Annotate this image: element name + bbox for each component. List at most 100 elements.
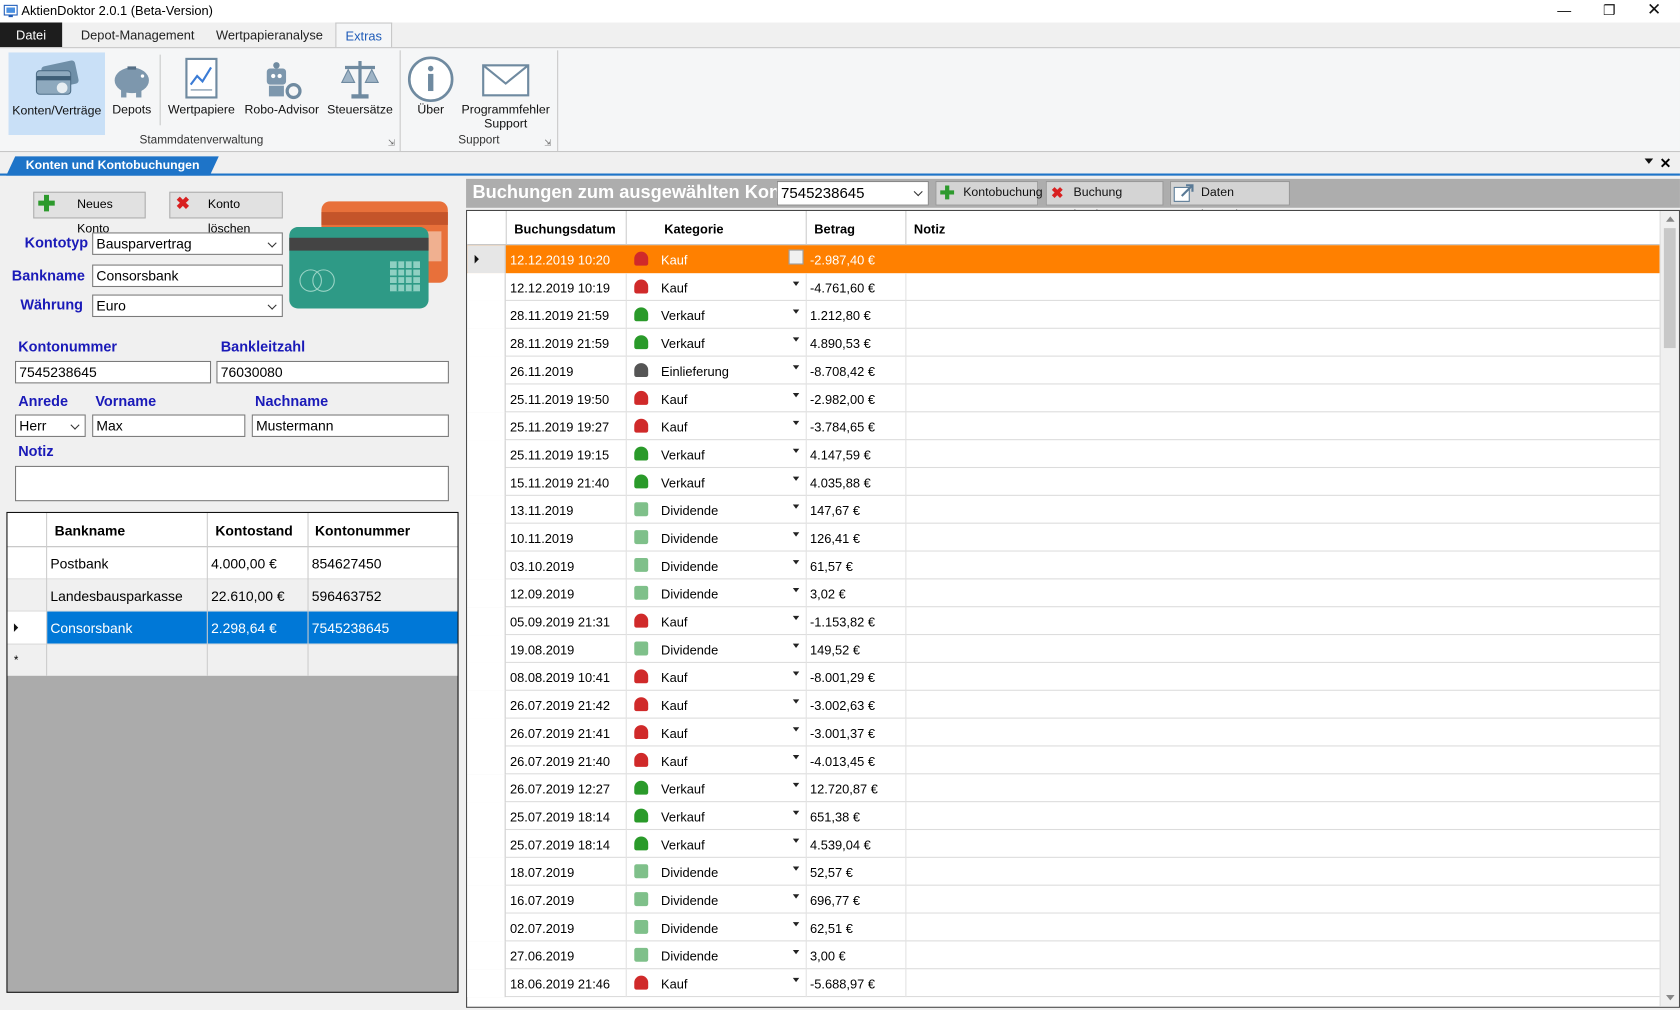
buchung-row[interactable]: 25.11.2019 19:15 Verkauf 4.147,59 € (467, 440, 1660, 469)
col-kontonummer[interactable]: Kontonummer (315, 523, 410, 539)
row-header[interactable] (467, 412, 506, 441)
row-header[interactable] (467, 802, 506, 831)
kategorie-cell[interactable]: Dividende (661, 949, 718, 964)
kategorie-dropdown-icon[interactable] (792, 532, 800, 537)
kategorie-cell[interactable]: Dividende (661, 865, 718, 880)
kategorie-dropdown-icon[interactable] (792, 393, 800, 398)
kategorie-cell[interactable]: Verkauf (661, 838, 705, 853)
kategorie-cell[interactable]: Dividende (661, 643, 718, 658)
kategorie-dropdown-icon[interactable] (792, 560, 800, 565)
row-header[interactable] (467, 774, 506, 803)
daten-importieren-button[interactable]: Daten importieren (1169, 180, 1290, 222)
robo-advisor-button[interactable]: Robo-Advisor (240, 52, 324, 136)
row-header[interactable] (467, 885, 506, 914)
kategorie-dropdown-icon[interactable] (792, 894, 800, 899)
buchung-row[interactable]: 25.07.2019 18:14 Verkauf 4.539,04 € (467, 830, 1660, 858)
kategorie-dropdown-icon[interactable] (792, 949, 800, 955)
row-header[interactable] (467, 328, 506, 357)
table-row-selected[interactable]: Consorsbank 2.298,64 € 7545238645 (7, 611, 458, 644)
buchung-row[interactable]: 18.06.2019 21:46 Kauf -5.688,97 € (467, 969, 1660, 998)
scrollbar-thumb[interactable] (1663, 228, 1676, 349)
kategorie-cell[interactable]: Dividende (661, 921, 718, 936)
col-bankname[interactable]: Bankname (55, 523, 125, 539)
buchung-row[interactable]: 13.11.2019 Dividende 147,67 € (467, 495, 1660, 524)
row-header[interactable] (467, 551, 506, 580)
row-header[interactable] (467, 690, 506, 719)
kategorie-cell[interactable]: Kauf (661, 281, 687, 296)
row-header[interactable] (467, 913, 506, 942)
buchung-row[interactable]: 25.11.2019 19:27 Kauf -3.784,65 € (467, 412, 1660, 441)
kategorie-dropdown-icon[interactable] (792, 699, 800, 704)
kategorie-dropdown-icon[interactable] (792, 448, 800, 454)
dialog-launcher-icon-2[interactable]: ⇲ (544, 138, 551, 148)
buchung-row[interactable]: 12.12.2019 10:19 Kauf -4.761,60 € (467, 273, 1660, 301)
kategorie-cell[interactable]: Kauf (661, 253, 687, 268)
col-kategorie[interactable]: Kategorie (664, 222, 723, 237)
table-row[interactable]: Landesbausparkasse 22.610,00 € 596463752 (7, 579, 458, 612)
row-header[interactable] (467, 495, 506, 524)
kategorie-cell[interactable]: Dividende (661, 587, 718, 602)
buchung-row[interactable]: 25.07.2019 18:14 Verkauf 651,38 € (467, 802, 1660, 831)
buchung-row[interactable]: 26.07.2019 12:27 Verkauf 12.720,87 € (467, 774, 1660, 803)
col-betrag[interactable]: Betrag (814, 222, 855, 237)
kategorie-cell[interactable]: Verkauf (661, 308, 705, 323)
col-notiz[interactable]: Notiz (914, 222, 945, 237)
kategorie-cell[interactable]: Verkauf (661, 782, 705, 797)
row-header[interactable] (467, 579, 506, 608)
kategorie-dropdown-icon[interactable] (792, 838, 800, 843)
row-header[interactable] (467, 607, 506, 636)
kategorie-dropdown-icon[interactable] (792, 615, 800, 621)
tab-extras[interactable]: Extras (335, 22, 393, 49)
kategorie-dropdown-icon[interactable] (792, 810, 800, 816)
anrede-select[interactable]: Herr (14, 414, 86, 437)
row-header[interactable] (467, 523, 506, 552)
dialog-launcher-icon[interactable]: ⇲ (388, 138, 395, 148)
row-header[interactable] (467, 662, 506, 691)
row-header[interactable] (467, 273, 506, 301)
kategorie-dropdown-icon[interactable] (792, 420, 800, 426)
tab-wertpapieranalyse[interactable]: Wertpapieranalyse (207, 22, 332, 47)
kategorie-dropdown-icon[interactable] (788, 249, 804, 265)
kategorie-cell[interactable]: Kauf (661, 977, 687, 992)
buchung-row[interactable]: 05.09.2019 21:31 Kauf -1.153,82 € (467, 607, 1660, 636)
kategorie-dropdown-icon[interactable] (792, 337, 800, 342)
buchung-row[interactable]: 03.10.2019 Dividende 61,57 € (467, 551, 1660, 580)
buchung-row[interactable]: 26.07.2019 21:42 Kauf -3.002,63 € (467, 690, 1660, 719)
col-buchungsdatum[interactable]: Buchungsdatum (514, 222, 615, 237)
kategorie-cell[interactable]: Kauf (661, 392, 687, 407)
scroll-down-icon[interactable] (1666, 994, 1675, 1001)
konto-loeschen-button[interactable]: ✖ Konto löschen (169, 191, 283, 236)
row-header[interactable] (467, 718, 506, 747)
buchung-row[interactable]: 25.11.2019 19:50 Kauf -2.982,00 € (467, 384, 1660, 413)
kategorie-dropdown-icon[interactable] (792, 309, 800, 314)
kategorie-dropdown-icon[interactable] (792, 476, 800, 481)
buchung-row[interactable]: 27.06.2019 Dividende 3,00 € (467, 941, 1660, 970)
kategorie-cell[interactable]: Kauf (661, 420, 687, 435)
vorname-field[interactable]: Max (92, 414, 246, 437)
kategorie-dropdown-icon[interactable] (792, 782, 800, 788)
kategorie-cell[interactable]: Verkauf (661, 448, 705, 463)
kategorie-cell[interactable]: Kauf (661, 615, 687, 630)
kategorie-cell[interactable]: Kauf (661, 698, 687, 713)
kategorie-dropdown-icon[interactable] (792, 755, 800, 760)
row-header[interactable] (467, 356, 506, 385)
close-icon[interactable]: ✕ (1633, 0, 1676, 22)
row-header[interactable] (467, 384, 506, 413)
buchung-row[interactable]: 12.09.2019 Dividende 3,02 € (467, 579, 1660, 608)
buchung-row-selected[interactable]: 12.12.2019 10:20 Kauf -2.987,40 € (467, 245, 1660, 274)
kategorie-dropdown-icon[interactable] (792, 504, 800, 509)
restore-icon[interactable]: ❐ (1588, 0, 1631, 22)
kategorie-cell[interactable]: Einlieferung (661, 364, 729, 379)
buchung-row[interactable]: 08.08.2019 10:41 Kauf -8.001,29 € (467, 662, 1660, 691)
tab-konten-und-kontobuchungen[interactable]: Konten und Kontobuchungen (6, 156, 220, 176)
nachname-field[interactable]: Mustermann (251, 414, 449, 437)
kategorie-cell[interactable]: Kauf (661, 726, 687, 741)
buchung-row[interactable]: 10.11.2019 Dividende 126,41 € (467, 523, 1660, 552)
steuersaetze-button[interactable]: Steuersätze (324, 52, 397, 136)
buchung-row[interactable]: 02.07.2019 Dividende 62,51 € (467, 913, 1660, 942)
row-header[interactable] (467, 746, 506, 775)
buchung-row[interactable]: 19.08.2019 Dividende 149,52 € (467, 635, 1660, 663)
programmfehler-support-button[interactable]: Programmfehler Support (459, 52, 553, 136)
scroll-up-icon[interactable] (1666, 216, 1675, 222)
kategorie-dropdown-icon[interactable] (792, 365, 800, 370)
